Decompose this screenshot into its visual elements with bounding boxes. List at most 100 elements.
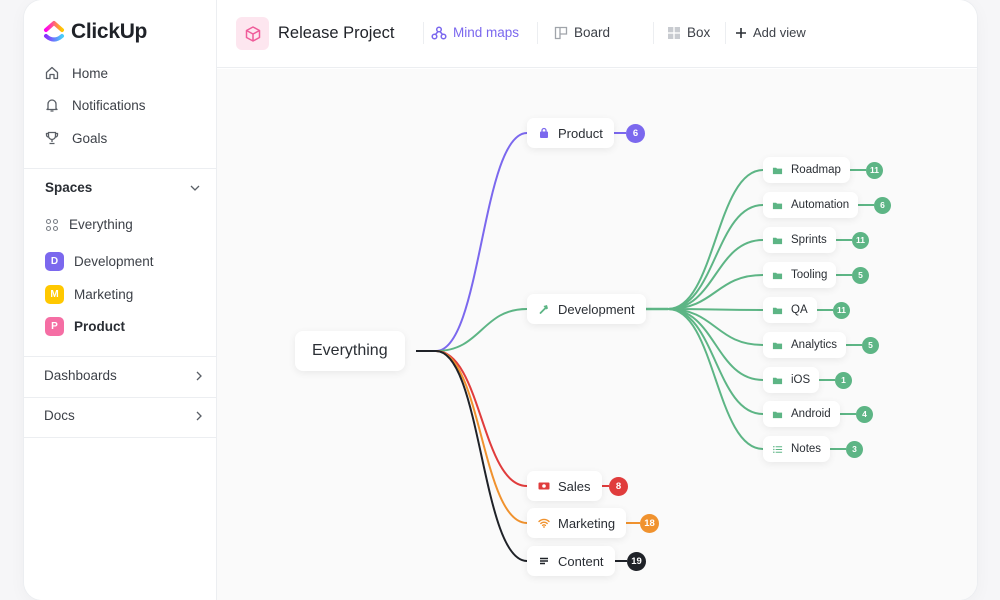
node-label: Analytics [791,339,838,351]
wifi-icon [538,518,550,528]
folder-icon [772,411,783,418]
tab-label: Mind maps [453,25,520,40]
header-divider [423,22,424,44]
sidebar-divider [24,397,217,398]
folder-icon [772,167,783,174]
child-node-sprints[interactable]: Sprints [763,227,836,253]
node-label: Tooling [791,269,828,281]
count-badge[interactable]: 6 [874,196,891,214]
tab-box[interactable]: Box [667,25,710,40]
space-avatar: P [45,317,64,336]
branch-link-product [435,132,528,352]
branch-node-sales[interactable]: Sales [527,471,602,501]
add-view-button[interactable]: Add view [735,25,806,40]
mindmap-root-node[interactable]: Everything [295,331,405,371]
sidebar-item-dashboards[interactable]: Dashboards [44,368,204,383]
count-badge[interactable]: 11 [866,161,883,179]
count-badge[interactable]: 19 [627,551,646,571]
folder-icon [772,202,783,209]
count-badge[interactable]: 5 [852,266,869,284]
child-node-notes[interactable]: Notes [763,436,831,462]
node-label: Roadmap [791,164,841,176]
count-badge[interactable]: 8 [609,476,628,496]
chevron-down-icon[interactable] [189,183,201,193]
logo-text: ClickUp [71,20,148,43]
chevron-right-icon [196,411,202,420]
folder-icon [772,307,783,314]
node-label: Android [791,408,831,420]
sidebar-item-label: Docs [44,408,75,423]
branch-link-marketing [435,350,528,524]
spaces-section-title: Spaces [45,180,93,195]
count-badge[interactable]: 6 [626,123,645,143]
clickup-logo[interactable]: ClickUp [43,20,147,44]
count-badge[interactable]: 4 [856,405,873,423]
child-node-qa[interactable]: QA [763,297,817,323]
sidebar-divider [24,168,217,169]
space-avatar: M [45,285,64,304]
sidebar-item-label: Notifications [72,97,146,113]
chevron-right-icon [196,371,202,380]
count-badge[interactable]: 5 [862,336,879,354]
sidebar: ClickUp Home Notifications Goals Spaces … [24,0,217,600]
child-link [667,308,764,450]
node-label: Development [558,301,635,317]
node-label: Marketing [558,515,616,531]
list-icon [773,445,783,453]
folder-icon [772,377,783,384]
space-avatar: D [45,252,64,271]
child-node-roadmap[interactable]: Roadmap [763,157,850,183]
child-node-automation[interactable]: Automation [763,192,859,218]
sidebar-divider [24,356,217,357]
count-badge[interactable]: 11 [833,301,850,319]
count-badge[interactable]: 3 [846,440,863,458]
header-divider [725,22,726,44]
sidebar-item-label: Marketing [74,287,134,302]
sidebar-item-docs[interactable]: Docs [44,408,204,423]
folder-icon [772,272,783,279]
branch-node-development[interactable]: Development [527,294,646,324]
node-label: Automation [791,199,850,211]
money-icon [538,482,550,490]
child-node-tooling[interactable]: Tooling [763,262,837,288]
child-node-analytics[interactable]: Analytics [763,332,847,358]
branch-node-content[interactable]: Content [527,546,615,576]
board-icon [554,26,568,39]
lines-icon [540,557,548,565]
project-icon [236,17,269,50]
tab-board[interactable]: Board [554,25,610,40]
node-label: Sales [558,478,591,494]
header-divider [537,22,538,44]
node-label: Product [558,125,603,141]
sidebar-item-home[interactable]: Home [44,65,108,81]
tab-label: Board [574,25,611,40]
sidebar-item-everything[interactable]: Everything [45,217,133,232]
trophy-icon [45,131,59,145]
sidebar-space-product[interactable]: P Product [45,317,125,336]
child-link [667,204,764,310]
sidebar-item-goals[interactable]: Goals [44,130,107,146]
project-title: Release Project [278,24,395,42]
header-divider [653,22,654,44]
node-label: Everything [312,342,388,359]
child-node-android[interactable]: Android [763,401,840,427]
cube-icon [245,25,260,42]
sidebar-space-development[interactable]: D Development [45,252,154,271]
sidebar-item-label: Goals [72,130,108,146]
node-label: Notes [791,443,822,455]
app-window: ClickUp Home Notifications Goals Spaces … [24,0,977,600]
branch-node-product[interactable]: Product [527,118,614,148]
sidebar-item-label: Dashboards [44,368,117,383]
count-badge[interactable]: 18 [640,513,659,533]
child-link [667,239,764,310]
child-node-ios[interactable]: iOS [763,367,820,393]
sidebar-item-notifications[interactable]: Notifications [44,97,146,113]
branch-node-marketing[interactable]: Marketing [527,508,627,538]
tab-mind-maps[interactable]: Mind maps [431,25,519,40]
count-badge[interactable]: 1 [835,371,852,389]
home-icon [45,66,59,80]
box-grid-icon [668,26,680,39]
mindmap-canvas[interactable]: Everything Product 6 Development Roadmap 11 Au… [217,69,977,600]
sidebar-space-marketing[interactable]: M Marketing [45,285,133,304]
count-badge[interactable]: 11 [852,231,869,249]
